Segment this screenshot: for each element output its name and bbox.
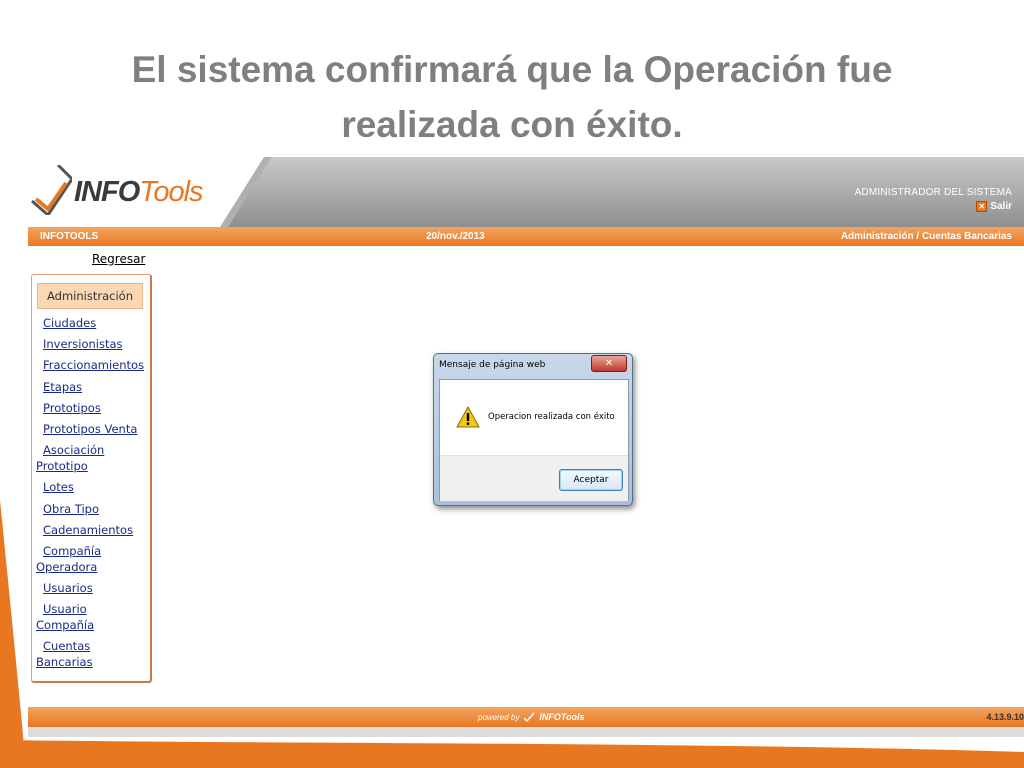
- current-date: 20/nov./2013: [426, 231, 485, 242]
- dialog-message: Operacion realizada con éxito: [488, 412, 615, 422]
- close-icon: ✕: [976, 201, 988, 212]
- current-user-label: ADMINISTRADOR DEL SISTEMA: [854, 187, 1012, 198]
- menu-item-inversionistas[interactable]: Inversionistas: [36, 336, 148, 352]
- slide-title-line2: realizada con éxito.: [341, 104, 683, 145]
- slide-title-line1: El sistema confirmará que la Operación f…: [131, 49, 893, 90]
- accept-button[interactable]: Aceptar: [559, 469, 623, 491]
- warning-icon: [456, 406, 480, 428]
- menu-item-ciudades[interactable]: Ciudades: [36, 315, 148, 331]
- menu-item-compania-operadora[interactable]: Compañía Operadora: [36, 543, 116, 575]
- dialog-footer: Aceptar: [440, 455, 628, 501]
- logo-wordmark: INFOTools: [74, 176, 204, 209]
- logo-tools-text: Tools: [139, 176, 203, 208]
- app-header: INFOTools ADMINISTRADOR DEL SISTEMA ✕ Sa…: [28, 157, 1024, 227]
- menu-item-usuario-compania[interactable]: Usuario Compañía: [36, 601, 106, 633]
- logo-chevron-icon: [31, 165, 72, 215]
- status-bar: INFOTOOLS 20/nov./2013 Administración / …: [28, 227, 1024, 246]
- menu-item-cadenamientos[interactable]: Cadenamientos: [36, 522, 148, 538]
- dialog-title: Mensaje de página web: [439, 360, 546, 370]
- menu-item-prototipos-venta[interactable]: Prototipos Venta: [36, 421, 148, 437]
- sidebar-menu: Administración Ciudades Inversionistas F…: [31, 274, 152, 683]
- alert-dialog: Mensaje de página web ✕ Operacion realiz…: [433, 353, 633, 506]
- menu-item-asociacion-prototipo[interactable]: Asociación Prototipo: [36, 442, 116, 474]
- slide-title: El sistema confirmará que la Operación f…: [60, 42, 964, 152]
- menu-item-cuentas-bancarias[interactable]: Cuentas Bancarias: [36, 638, 106, 670]
- powered-by-label: powered by: [478, 712, 520, 722]
- menu-item-fraccionamientos[interactable]: Fraccionamientos: [36, 357, 148, 373]
- app-window: INFOTools ADMINISTRADOR DEL SISTEMA ✕ Sa…: [28, 157, 1024, 737]
- dialog-body: Operacion realizada con éxito Aceptar: [439, 379, 629, 501]
- infotools-logo: INFOTools: [28, 157, 268, 227]
- menu-item-prototipos[interactable]: Prototipos: [36, 400, 148, 416]
- menu-list: Ciudades Inversionistas Fraccionamientos…: [36, 315, 148, 676]
- logo-chevron-small-icon: [523, 712, 535, 722]
- menu-header: Administración: [37, 283, 143, 309]
- back-link[interactable]: Regresar: [92, 252, 145, 266]
- app-name: INFOTOOLS: [40, 231, 99, 242]
- menu-item-lotes[interactable]: Lotes: [36, 479, 148, 495]
- footer-bar: powered by INFOTools 4.13.9.10: [28, 707, 1024, 727]
- version-label: 4.13.9.10: [986, 712, 1024, 722]
- logout-label: Salir: [990, 201, 1012, 212]
- breadcrumb: Administración / Cuentas Bancarias: [840, 231, 1012, 242]
- taskbar-strip: [28, 727, 1024, 737]
- powered-by: powered by INFOTools: [478, 712, 585, 722]
- menu-item-usuarios[interactable]: Usuarios: [36, 580, 148, 596]
- menu-item-obra-tipo[interactable]: Obra Tipo: [36, 501, 148, 517]
- logo-info-text: INFO: [74, 176, 140, 208]
- powered-by-brand: INFOTools: [539, 712, 585, 722]
- menu-item-etapas[interactable]: Etapas: [36, 379, 148, 395]
- logout-link[interactable]: ✕ Salir: [976, 201, 1012, 212]
- dialog-close-button[interactable]: ✕: [591, 355, 627, 372]
- dialog-message-area: Operacion realizada con éxito: [440, 380, 628, 455]
